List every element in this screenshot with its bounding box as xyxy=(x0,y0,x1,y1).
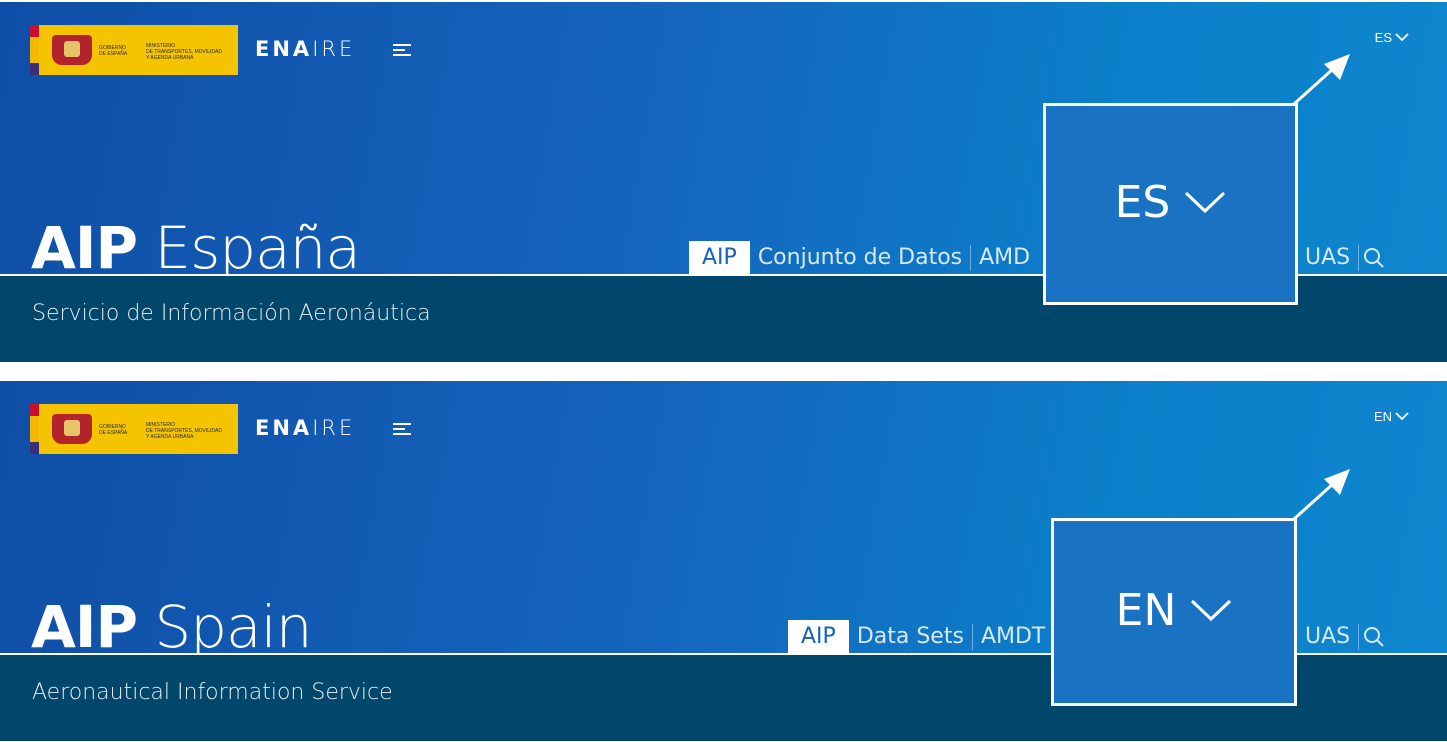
logo-ministerio-text: MINISTERIO DE TRANSPORTES, MOVILIDAD Y A… xyxy=(146,422,222,440)
page-subtitle: Aeronautical Information Service xyxy=(32,680,393,705)
logo-ministerio-text: MINISTERIO DE TRANSPORTES, MOVILIDAD Y A… xyxy=(146,43,222,61)
enaire-logo-light: IRE xyxy=(312,416,356,440)
government-logo[interactable]: GOBIERNO DE ESPAÑA MINISTERIO DE TRANSPO… xyxy=(30,25,238,75)
page-title: AIP Spain xyxy=(31,593,312,661)
page-title-light: España xyxy=(154,214,361,282)
logo-gobierno-text: GOBIERNO DE ESPAÑA xyxy=(99,424,128,436)
arrow-up-right-icon xyxy=(1292,54,1350,106)
nav-item-aip[interactable]: AIP xyxy=(788,620,849,654)
nav-item-amdt[interactable]: AMD xyxy=(971,241,1038,275)
nav-item-uas[interactable]: UAS xyxy=(1297,620,1358,654)
chevron-down-icon xyxy=(1191,599,1232,622)
main-nav: AIP Data Sets AMDT xyxy=(788,620,1053,654)
language-selector-label: EN xyxy=(1373,409,1392,424)
header-panel-en: GOBIERNO DE ESPAÑA MINISTERIO DE TRANSPO… xyxy=(0,381,1447,741)
page-title: AIP España xyxy=(31,214,361,282)
language-callout: EN xyxy=(1051,518,1297,706)
language-callout-content: EN xyxy=(1116,586,1233,636)
enaire-logo[interactable]: ENAIRE xyxy=(255,37,355,61)
coat-of-arms-icon xyxy=(52,35,92,65)
chevron-down-icon xyxy=(1185,191,1226,214)
page-title-bold: AIP xyxy=(31,593,138,661)
enaire-logo-light: IRE xyxy=(312,37,356,61)
spain-flag-icon xyxy=(30,25,39,75)
search-icon[interactable] xyxy=(1359,241,1389,275)
enaire-logo[interactable]: ENAIRE xyxy=(255,416,355,440)
chevron-down-icon xyxy=(1395,412,1409,421)
nav-item-datasets[interactable]: Data Sets xyxy=(849,620,972,654)
spain-flag-icon xyxy=(30,404,39,454)
language-selector-label: ES xyxy=(1374,30,1392,45)
language-callout-content: ES xyxy=(1115,178,1227,228)
government-logo[interactable]: GOBIERNO DE ESPAÑA MINISTERIO DE TRANSPO… xyxy=(30,404,238,454)
nav-item-uas[interactable]: UAS xyxy=(1297,241,1358,275)
nav-item-aip[interactable]: AIP xyxy=(689,241,750,275)
language-selector[interactable]: EN xyxy=(1374,409,1409,424)
enaire-bars-icon xyxy=(393,423,411,435)
enaire-bars-icon xyxy=(393,44,411,56)
nav-item-amdt[interactable]: AMDT xyxy=(973,620,1053,654)
page-title-bold: AIP xyxy=(31,214,138,282)
page-subtitle: Servicio de Información Aeronáutica xyxy=(32,301,431,326)
enaire-logo-bold: ENA xyxy=(255,37,313,61)
nav-right: UAS xyxy=(1296,620,1389,654)
main-nav: AIP Conjunto de Datos AMD xyxy=(689,241,1038,275)
nav-item-datasets[interactable]: Conjunto de Datos xyxy=(750,241,970,275)
arrow-up-right-icon xyxy=(1292,469,1350,521)
language-callout-label: ES xyxy=(1114,177,1171,228)
header-panel-es: GOBIERNO DE ESPAÑA MINISTERIO DE TRANSPO… xyxy=(0,2,1447,362)
coat-of-arms-icon xyxy=(52,414,92,444)
logo-gobierno-text: GOBIERNO DE ESPAÑA xyxy=(99,45,128,57)
page-title-light: Spain xyxy=(154,593,312,661)
language-callout: ES xyxy=(1043,103,1298,305)
language-callout-label: EN xyxy=(1115,585,1177,636)
language-selector[interactable]: ES xyxy=(1375,30,1409,45)
search-icon[interactable] xyxy=(1359,620,1389,654)
nav-right: UAS xyxy=(1296,241,1389,275)
chevron-down-icon xyxy=(1395,33,1409,42)
enaire-logo-bold: ENA xyxy=(255,416,313,440)
